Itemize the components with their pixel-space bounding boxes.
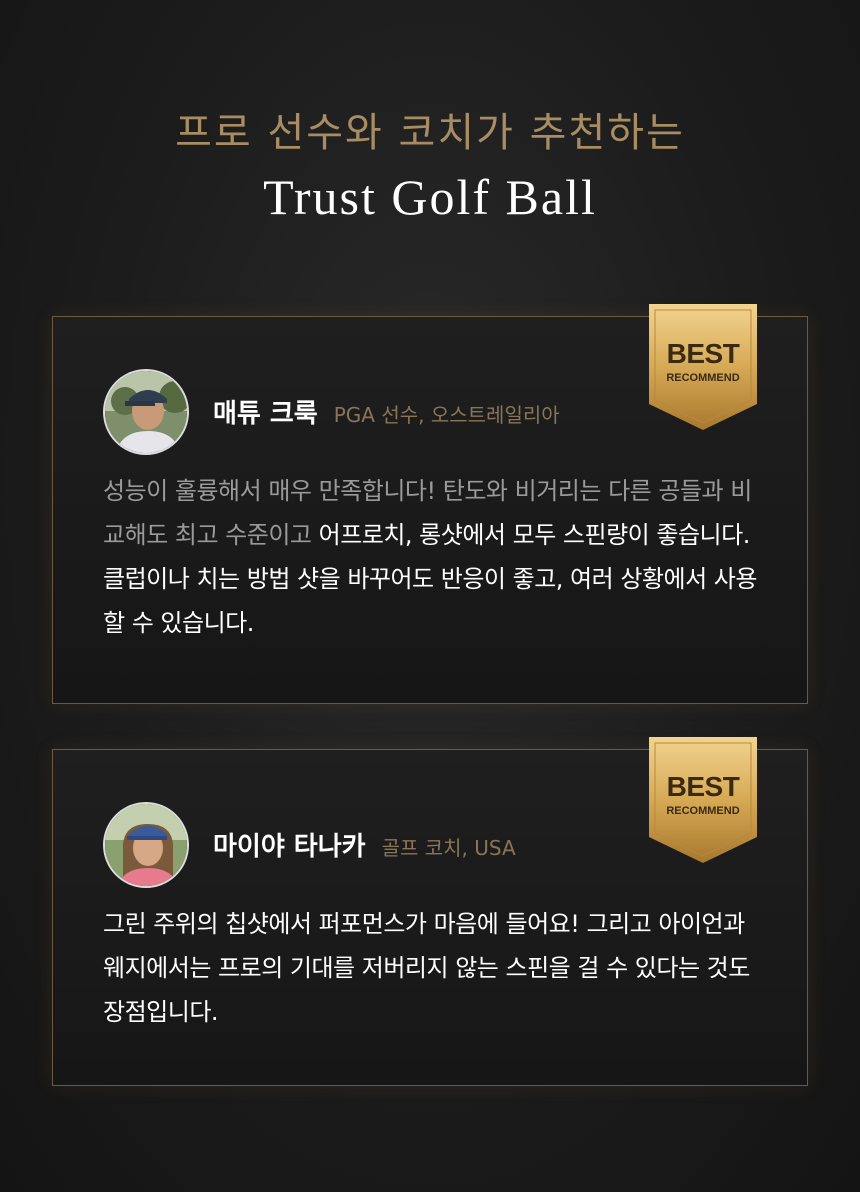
avatar (103, 369, 189, 455)
page-heading-title: Trust Golf Ball (263, 169, 597, 225)
review-card: BEST RECOMMEND 매튜 크룩 PGA 선수, 오스트레일리아 성능이… (52, 304, 808, 704)
best-recommend-badge: BEST RECOMMEND (649, 737, 757, 867)
reviewer-name: 마이야 타나카 (213, 832, 366, 862)
avatar (103, 802, 189, 888)
reviewer-name: 매튜 크룩 (213, 399, 318, 429)
review-card: BEST RECOMMEND 마이야 타나카 골프 코치, USA 그린 주위의… (52, 737, 808, 1086)
badge-recommend-text: RECOMMEND (666, 372, 740, 384)
badge-recommend-text: RECOMMEND (666, 805, 740, 817)
reviewer-role: 골프 코치, USA (381, 836, 516, 860)
reviewer-info: 마이야 타나카 골프 코치, USA (213, 826, 516, 863)
badge-best-text: BEST (666, 771, 740, 802)
review-quote: 성능이 훌륭해서 매우 만족합니다! 탄도와 비거리는 다른 공들과 비교해도 … (103, 469, 763, 645)
review-quote: 그린 주위의 칩샷에서 퍼포먼스가 마음에 들어요! 그리고 아이언과 웨지에서… (103, 910, 750, 1026)
reviewer-info: 매튜 크룩 PGA 선수, 오스트레일리아 (213, 393, 560, 430)
reviewer-role: PGA 선수, 오스트레일리아 (333, 403, 560, 427)
badge-best-text: BEST (666, 338, 740, 369)
best-recommend-badge: BEST RECOMMEND (649, 304, 757, 434)
page-heading-subtitle: 프로 선수와 코치가 추천하는 (175, 110, 685, 156)
